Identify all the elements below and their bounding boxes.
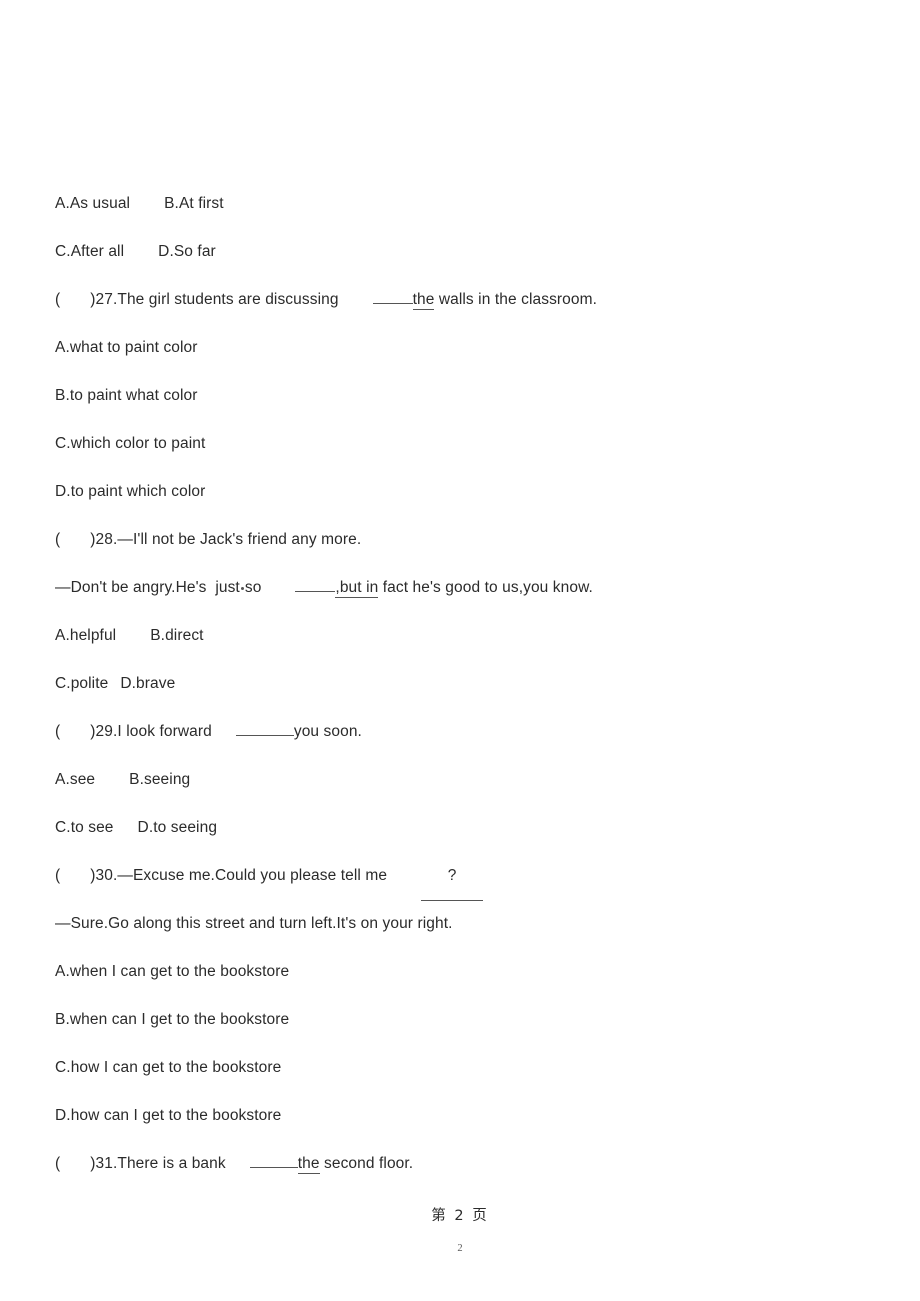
option-29-c: C.to see [55,819,114,836]
question-number: 27. [95,291,118,308]
option-28-c: C.polite [55,675,109,692]
question-text-tail: you soon. [293,723,362,740]
dialogue-text: —Don't be angry.He's just [55,579,240,596]
answer-bracket-open[interactable]: ( [55,291,60,308]
option-29-d: D.to seeing [137,819,218,836]
fill-in-blank[interactable] [235,735,294,736]
option-line: D.how can I get to the bookstore [55,1092,865,1140]
scan-artifact-dot [240,587,244,590]
option-27-c: C.which color to paint [55,435,206,452]
option-27-a: A.what to paint color [55,339,198,356]
question-stem-28: ()28.—I'll not be Jack's friend any more… [55,516,865,564]
dialogue-text-tail: fact he's good to us,you know. [378,579,593,596]
document-body: A.As usual B.At first C.After all D.So far… [55,180,865,1188]
answer-bracket-open[interactable]: ( [55,723,60,740]
question-text: —Excuse me.Could you please tell me [117,867,388,884]
option-line: A.when I can get to the bookstore [55,948,865,996]
question-number: 29. [95,723,118,740]
underlined-run: ,but in [335,579,379,598]
option-30-b: B.when can I get to the bookstore [55,1011,290,1028]
option-line: C.how I can get to the bookstore [55,1044,865,1092]
option-line: B.to paint what color [55,372,865,420]
question-text-tail: second floor. [319,1155,414,1172]
page-label-footer: 第 2 页 [431,1208,489,1224]
option-29-b: B.seeing [129,771,191,788]
answer-bracket-open[interactable]: ( [55,867,60,884]
fill-in-blank[interactable] [249,1167,298,1168]
option-line: C.which color to paint [55,420,865,468]
option-line: A.As usual B.At first [55,180,865,228]
fill-in-blank[interactable] [372,303,413,304]
option-30-c: C.how I can get to the bookstore [55,1059,282,1076]
option-28-a: A.helpful [55,627,117,644]
option-line: C.to see D.to seeing [55,804,865,852]
question-text: The girl students are discussing [117,291,339,308]
question-text: There is a bank [117,1155,226,1172]
question-text: —I'll not be Jack's friend any more. [117,531,362,548]
document-page: A.As usual B.At first C.After all D.So far… [0,0,920,1301]
option-label-b: B.At first [164,195,224,212]
option-27-b: B.to paint what color [55,387,198,404]
question-number: 30. [95,867,118,884]
fill-in-blank[interactable]: ? [421,852,484,901]
page-number-footer: 2 [457,1243,463,1254]
answer-bracket-open[interactable]: ( [55,531,60,548]
answer-bracket-open[interactable]: ( [55,1155,60,1172]
option-label-a: A.As usual [55,195,131,212]
option-line: B.when can I get to the bookstore [55,996,865,1044]
option-30-a: A.when I can get to the bookstore [55,963,290,980]
question-stem-30: ()30.—Excuse me.Could you please tell me… [55,852,865,901]
question-stem-27: ()27.The girl students are discussing the… [55,276,865,324]
question-text-tail: walls in the classroom. [434,291,598,308]
dialogue-line-30: —Sure.Go along this street and turn left… [55,900,865,948]
dialogue-line-28: —Don't be angry.He's just so ,but in fact … [55,564,865,612]
option-line: C.After all D.So far [55,228,865,276]
option-line: A.see B.seeing [55,756,865,804]
underlined-word: the [297,1155,320,1174]
dialogue-text-mid: so [244,579,262,596]
option-label-c: C.After all [55,243,125,260]
option-line: A.what to paint color [55,324,865,372]
underlined-word: the [412,291,435,310]
question-text: I look forward [117,723,212,740]
option-line: D.to paint which color [55,468,865,516]
question-number: 31. [95,1155,118,1172]
dialogue-text: —Sure.Go along this street and turn left… [55,915,453,932]
option-27-d: D.to paint which color [55,483,206,500]
option-28-b: B.direct [150,627,204,644]
option-28-d: D.brave [120,675,176,692]
option-29-a: A.see [55,771,96,788]
option-label-d: D.So far [158,243,216,260]
fill-in-blank[interactable] [295,591,336,592]
option-30-d: D.how can I get to the bookstore [55,1107,282,1124]
question-stem-31: ()31.There is a bank the second floor. [55,1140,865,1188]
option-line: C.polite D.brave [55,660,865,708]
question-stem-29: ()29.I look forward you soon. [55,708,865,756]
option-line: A.helpful B.direct [55,612,865,660]
question-number: 28. [95,531,118,548]
